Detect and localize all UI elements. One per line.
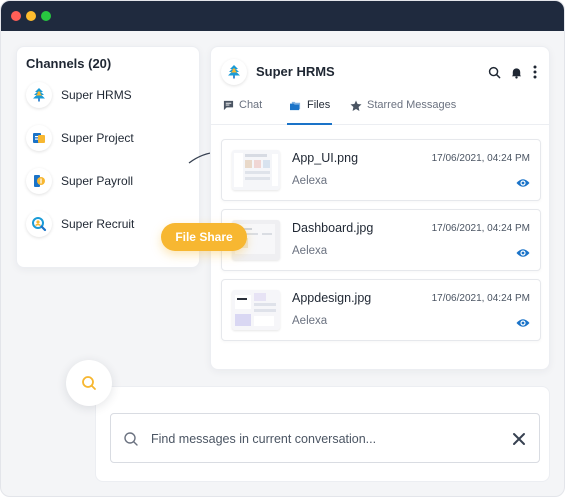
search-box (110, 413, 540, 463)
star-icon (350, 100, 362, 111)
file-author: Aelexa (292, 175, 328, 187)
eye-icon[interactable] (516, 317, 530, 329)
file-thumbnail (232, 290, 280, 330)
chat-icon (223, 100, 234, 111)
eye-icon[interactable] (516, 177, 530, 189)
more-options-icon[interactable] (527, 64, 543, 80)
file-name: App_UI.png (292, 151, 359, 165)
channel-label: Super Project (61, 131, 134, 145)
tab-label: Starred Messages (367, 99, 457, 111)
channel-item-super-hrms[interactable]: Super HRMS (26, 80, 196, 110)
payroll-logo-icon (26, 168, 52, 194)
file-item[interactable]: Appdesign.jpg Aelexa 17/06/2021, 04:24 P… (221, 279, 541, 341)
chat-title: Super HRMS (256, 64, 335, 79)
file-date: 17/06/2021, 04:24 PM (431, 293, 530, 304)
search-input[interactable] (151, 426, 491, 452)
channel-item-super-payroll[interactable]: Super Payroll (26, 166, 196, 196)
search-icon (124, 432, 138, 446)
tab-label: Chat (239, 99, 263, 111)
channel-item-super-project[interactable]: Super Project (26, 123, 196, 153)
file-name: Dashboard.jpg (292, 221, 374, 235)
search-panel (95, 386, 550, 482)
channel-label: Super HRMS (61, 88, 132, 102)
channels-title: Channels (20) (26, 56, 112, 71)
file-share-badge: File Share (161, 223, 247, 251)
channel-label: Super Recruit (61, 217, 135, 231)
tab-bar: Chat Files Starred Messages (211, 95, 549, 125)
file-name: Appdesign.jpg (292, 291, 372, 305)
file-author: Aelexa (292, 315, 328, 327)
search-toggle-button[interactable] (66, 360, 112, 406)
file-item[interactable]: App_UI.png Aelexa 17/06/2021, 04:24 PM (221, 139, 541, 201)
recruit-logo-icon (26, 211, 52, 237)
project-logo-icon (26, 125, 52, 151)
bell-icon[interactable] (508, 64, 524, 80)
channel-label: Super Payroll (61, 174, 134, 188)
title-bar (1, 1, 564, 31)
file-thumbnail (232, 150, 280, 190)
folder-icon (290, 101, 301, 111)
minimize-window-button[interactable] (26, 11, 36, 21)
eye-icon[interactable] (516, 247, 530, 259)
tab-starred-messages[interactable]: Starred Messages (348, 99, 458, 125)
tab-files[interactable]: Files (287, 99, 333, 125)
file-author: Aelexa (292, 245, 328, 257)
close-icon[interactable] (511, 431, 527, 447)
search-icon (82, 376, 96, 390)
maximize-window-button[interactable] (41, 11, 51, 21)
search-icon[interactable] (486, 64, 502, 80)
close-window-button[interactable] (11, 11, 21, 21)
tree-logo-icon (221, 59, 247, 85)
file-date: 17/06/2021, 04:24 PM (431, 153, 530, 164)
tab-label: Files (307, 99, 331, 111)
tree-logo-icon (26, 82, 52, 108)
chat-panel: Super HRMS Chat Files Starred Messages A… (210, 46, 550, 370)
tab-chat[interactable]: Chat (221, 99, 264, 125)
file-item[interactable]: Dashboard.jpg Aelexa 17/06/2021, 04:24 P… (221, 209, 541, 271)
file-date: 17/06/2021, 04:24 PM (431, 223, 530, 234)
